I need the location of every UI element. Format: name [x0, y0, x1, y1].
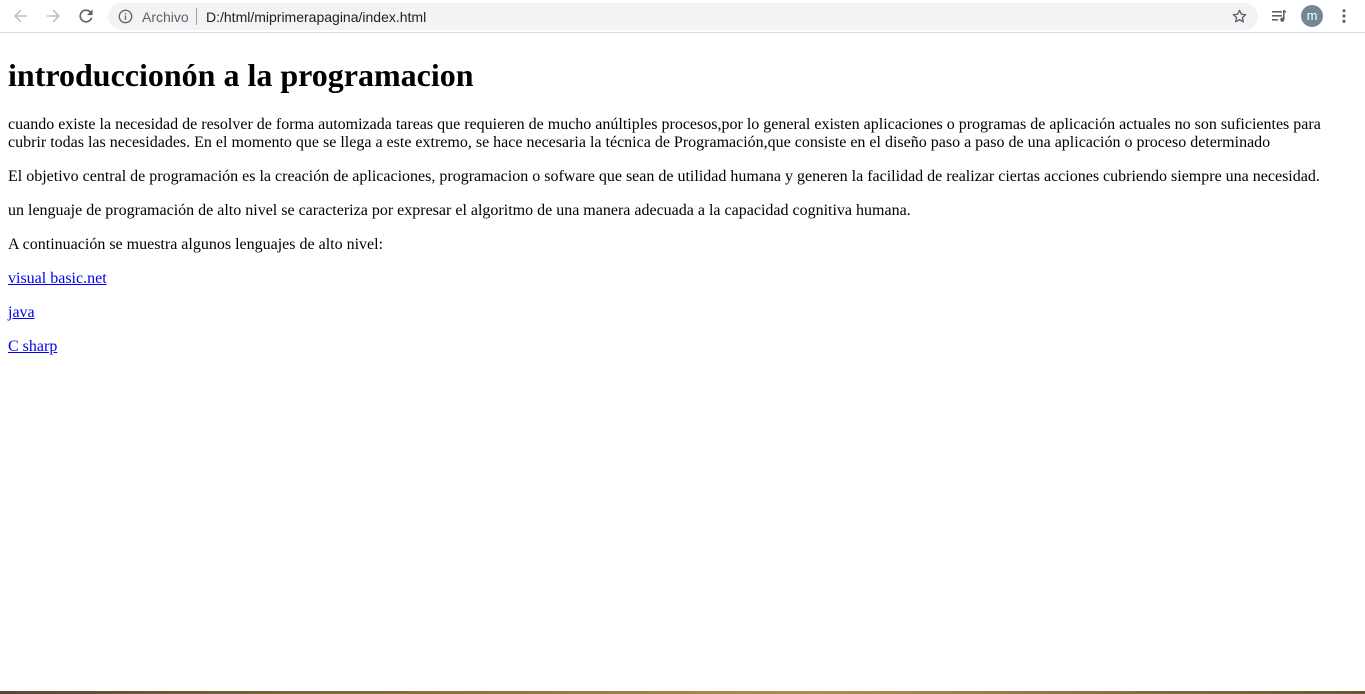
link-item: C sharp	[8, 338, 1357, 356]
back-button[interactable]	[9, 4, 33, 28]
link-c-sharp[interactable]: C sharp	[8, 338, 57, 355]
arrow-left-icon	[14, 9, 27, 23]
link-java[interactable]: java	[8, 304, 35, 321]
link-visual-basic[interactable]: visual basic.net	[8, 270, 107, 287]
star-icon	[1232, 9, 1247, 23]
page-title: introduccionón a la programacion	[8, 57, 474, 93]
address-scheme-label: Archivo	[142, 9, 189, 25]
link-item: java	[8, 304, 1357, 322]
media-queue-icon	[1272, 10, 1287, 22]
info-icon[interactable]	[118, 9, 133, 24]
reload-icon	[79, 9, 93, 23]
kebab-menu-icon	[1342, 9, 1346, 23]
intro-paragraph: cuando existe la necesidad de resolver d…	[8, 116, 1321, 151]
reload-button[interactable]	[74, 4, 98, 28]
arrow-right-icon	[47, 9, 60, 23]
media-button[interactable]	[1267, 4, 1291, 28]
profile-avatar[interactable]: m	[1301, 5, 1323, 27]
high-level-language-paragraph: un lenguaje de programación de alto nive…	[8, 202, 911, 219]
browser-toolbar: Archivo D:/html/miprimerapagina/index.ht…	[0, 0, 1365, 33]
objective-paragraph: El objetivo central de programación es l…	[8, 168, 1320, 185]
menu-button[interactable]	[1332, 4, 1356, 28]
bookmark-button[interactable]	[1228, 5, 1251, 28]
languages-intro-paragraph: A continuación se muestra algunos lengua…	[8, 236, 384, 253]
link-item: visual basic.net	[8, 270, 1357, 288]
page-content: introduccionón a la programacion cuando …	[0, 34, 1365, 690]
forward-button[interactable]	[41, 4, 65, 28]
address-divider	[196, 8, 197, 25]
url-text[interactable]: D:/html/miprimerapagina/index.html	[206, 9, 426, 25]
address-bar[interactable]: Archivo D:/html/miprimerapagina/index.ht…	[108, 3, 1258, 30]
